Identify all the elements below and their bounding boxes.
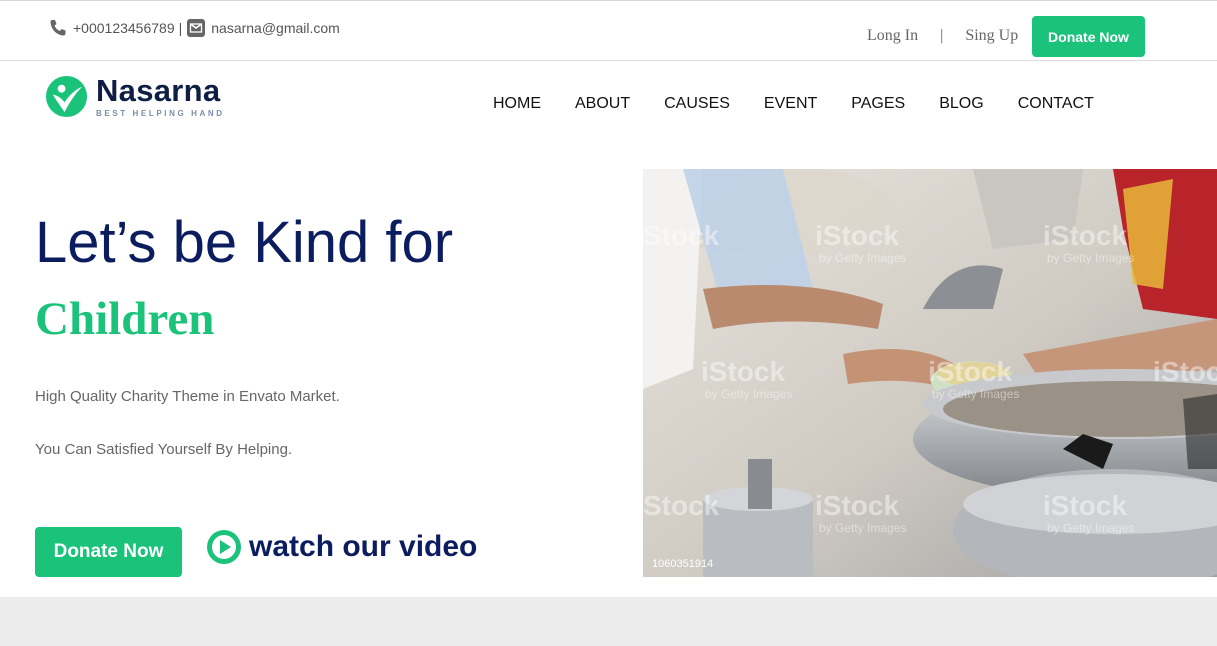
svg-text:iStock: iStock — [1043, 490, 1127, 521]
envelope-icon — [187, 19, 206, 37]
svg-text:Stock: Stock — [643, 490, 720, 521]
svg-text:iStock: iStock — [815, 490, 899, 521]
contact-info: +000123456789 | nasarna@gmail.com — [48, 18, 340, 38]
donate-now-hero-button[interactable]: Donate Now — [35, 527, 182, 577]
svg-text:by Getty Images: by Getty Images — [705, 387, 792, 401]
donate-now-top-button[interactable]: Donate Now — [1032, 16, 1145, 57]
nav-item-causes[interactable]: CAUSES — [664, 95, 730, 113]
svg-text:Stock: Stock — [643, 220, 720, 251]
auth-separator: | — [940, 27, 944, 44]
hero-photo: Stock iStock iStock iStock iStock iStock… — [643, 169, 1217, 577]
site-logo[interactable]: Nasarna BEST HELPING HAND — [45, 75, 225, 118]
logo-name: Nasarna — [96, 73, 221, 108]
nav-item-pages[interactable]: PAGES — [851, 95, 905, 113]
svg-text:by Getty Images: by Getty Images — [1047, 251, 1134, 265]
svg-text:by Getty Images: by Getty Images — [1047, 521, 1134, 535]
svg-text:by Getty Images: by Getty Images — [819, 521, 906, 535]
nav-item-contact[interactable]: CONTACT — [1018, 95, 1094, 113]
charity-food-serving-photo: Stock iStock iStock iStock iStock iStock… — [643, 169, 1217, 577]
svg-text:by Getty Images: by Getty Images — [932, 387, 1019, 401]
svg-text:iStock: iStock — [1043, 220, 1127, 251]
logo-icon — [45, 75, 88, 118]
nav-item-about[interactable]: ABOUT — [575, 95, 630, 113]
top-bar: +000123456789 | nasarna@gmail.com Long I… — [0, 0, 1217, 61]
watch-video-label: watch our video — [249, 530, 478, 563]
email-address[interactable]: nasarna@gmail.com — [211, 20, 340, 36]
hero-title: Let’s be Kind for — [35, 210, 454, 275]
auth-links: Long In | Sing Up — [867, 27, 1018, 45]
nav-item-event[interactable]: EVENT — [764, 95, 817, 113]
hero-description-line-2: You Can Satisfied Yourself By Helping. — [35, 441, 293, 458]
svg-text:iStock: iStock — [701, 356, 785, 387]
play-icon — [207, 530, 241, 564]
login-link[interactable]: Long In — [867, 27, 918, 44]
phone-number[interactable]: +000123456789 — [73, 20, 175, 36]
logo-tagline: BEST HELPING HAND — [96, 109, 225, 118]
contact-separator: | — [178, 20, 183, 36]
hero-description-line-1: High Quality Charity Theme in Envato Mar… — [35, 388, 340, 405]
svg-text:iStock: iStock — [928, 356, 1012, 387]
hero-subtitle: Children — [35, 293, 215, 345]
signup-link[interactable]: Sing Up — [965, 27, 1018, 44]
nav-item-blog[interactable]: BLOG — [939, 95, 983, 113]
svg-text:iStock: iStock — [1153, 356, 1217, 387]
svg-text:iStock: iStock — [815, 220, 899, 251]
svg-text:by Getty Images: by Getty Images — [819, 251, 906, 265]
section-divider-band — [0, 597, 1217, 646]
watch-video-link[interactable]: watch our video — [207, 530, 477, 564]
nav-item-home[interactable]: HOME — [493, 95, 541, 113]
phone-icon — [50, 20, 66, 36]
photo-id: 1060351914 — [652, 558, 714, 570]
main-nav: HOME ABOUT CAUSES EVENT PAGES BLOG CONTA… — [476, 95, 1111, 113]
